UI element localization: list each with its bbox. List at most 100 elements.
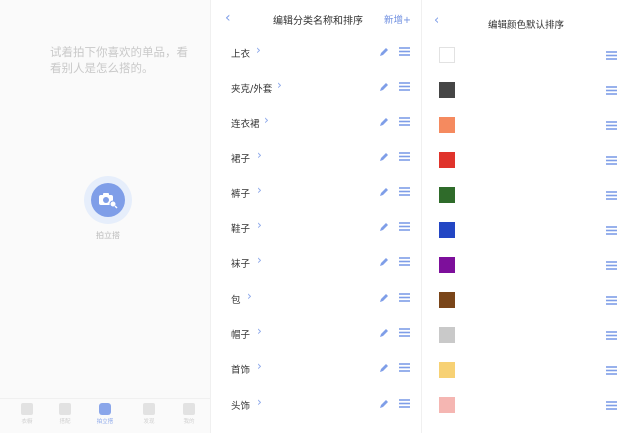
chevron-right-icon[interactable]: › [257,395,262,409]
page-title: 编辑颜色默认排序 [488,20,565,31]
chevron-right-icon[interactable]: › [256,43,261,57]
color-swatch [439,82,455,98]
color-row[interactable] [422,248,634,283]
tab-wardrobe[interactable]: 衣橱 [12,403,42,425]
chevron-right-icon[interactable]: › [247,289,252,303]
color-swatch [439,362,455,378]
pencil-icon[interactable] [379,363,389,373]
color-row[interactable] [422,213,634,248]
drag-handle-icon[interactable] [399,363,410,372]
drag-handle-icon[interactable] [606,401,617,410]
pencil-icon[interactable] [379,293,389,303]
drag-handle-icon[interactable] [399,293,410,302]
category-row[interactable]: 夹克/外套 › [211,71,421,105]
category-row[interactable]: 包 › [211,282,421,316]
drag-handle-icon[interactable] [606,191,617,200]
drag-handle-icon[interactable] [606,226,617,235]
empty-hint-text: 试着拍下你喜欢的单品，看看别人是怎么搭的。 [50,45,188,75]
chevron-right-icon[interactable]: › [264,113,269,127]
pencil-icon[interactable] [379,328,389,338]
pencil-icon[interactable] [379,399,389,409]
pencil-icon[interactable] [379,152,389,162]
drag-handle-icon[interactable] [606,366,617,375]
tab-label: 拍立搭 [96,419,114,425]
tab-outfits[interactable]: 搭配 [50,403,80,425]
drag-handle-icon[interactable] [606,261,617,270]
category-name: 头饰 [231,401,251,412]
category-name: 上衣 [231,49,251,60]
category-name: 裤子 [231,189,251,200]
add-category-button[interactable]: 新增+ [384,12,411,26]
tab-discover[interactable]: 发现 [134,403,164,425]
drag-handle-icon[interactable] [606,51,617,60]
color-row[interactable] [422,283,634,318]
color-swatch [439,222,455,238]
outfit-icon [59,403,71,415]
color-swatch [439,292,455,308]
drag-handle-icon[interactable] [606,331,617,340]
drag-handle-icon[interactable] [399,257,410,266]
category-name: 袜子 [231,259,251,270]
drag-handle-icon[interactable] [606,86,617,95]
category-row[interactable]: 上衣 › [211,36,421,70]
camera-button[interactable] [91,183,125,217]
category-nav-bar: ‹ 编辑分类名称和排序 新增+ [211,0,421,36]
category-row[interactable]: 袜子 › [211,246,421,280]
color-row[interactable] [422,353,634,388]
color-row[interactable] [422,318,634,353]
color-row[interactable] [422,108,634,143]
drag-handle-icon[interactable] [606,121,617,130]
pencil-icon[interactable] [379,257,389,267]
tab-label: 搭配 [59,419,71,425]
pencil-icon[interactable] [379,117,389,127]
drag-handle-icon[interactable] [399,187,410,196]
tab-label: 发现 [143,419,155,425]
category-row[interactable]: 连衣裙 › [211,106,421,140]
drag-handle-icon[interactable] [606,296,617,305]
category-row[interactable]: 首饰 › [211,352,421,386]
empty-state-panel: 试着拍下你喜欢的单品，看看别人是怎么搭的。 拍立搭 衣橱 搭配 拍立搭 发现 我… [0,0,210,433]
category-row[interactable]: 裤子 › [211,176,421,210]
category-row[interactable]: 帽子 › [211,317,421,351]
chevron-right-icon[interactable]: › [277,78,282,92]
drag-handle-icon[interactable] [399,152,410,161]
pencil-icon[interactable] [379,187,389,197]
color-row[interactable] [422,178,634,213]
tab-label: 衣橱 [21,419,33,425]
category-row[interactable]: 头饰 › [211,388,421,422]
category-row[interactable]: 鞋子 › [211,211,421,245]
color-row[interactable] [422,143,634,178]
tab-snap[interactable]: 拍立搭 [90,403,120,425]
pencil-icon[interactable] [379,47,389,57]
color-row[interactable] [422,38,634,73]
drag-handle-icon[interactable] [606,156,617,165]
chevron-left-icon[interactable]: ‹ [225,10,231,26]
drag-handle-icon[interactable] [399,82,410,91]
drag-handle-icon[interactable] [399,47,410,56]
drag-handle-icon[interactable] [399,399,410,408]
chevron-right-icon[interactable]: › [257,324,262,338]
pencil-icon[interactable] [379,82,389,92]
chevron-right-icon[interactable]: › [257,253,262,267]
category-name: 连衣裙 [231,119,260,130]
category-name: 帽子 [231,330,251,341]
color-swatch [439,327,455,343]
chevron-right-icon[interactable]: › [257,148,262,162]
tab-profile[interactable]: 我的 [174,403,204,425]
category-name: 夹克/外套 [231,84,273,95]
chevron-right-icon[interactable]: › [257,218,262,232]
pencil-icon[interactable] [379,222,389,232]
bottom-tab-bar: 衣橱 搭配 拍立搭 发现 我的 [0,398,210,433]
color-row[interactable] [422,388,634,423]
drag-handle-icon[interactable] [399,222,410,231]
page-title: 编辑分类名称和排序 [273,16,363,27]
camera-icon [99,193,118,209]
color-swatch [439,397,455,413]
chevron-right-icon[interactable]: › [257,359,262,373]
color-row[interactable] [422,73,634,108]
drag-handle-icon[interactable] [399,328,410,337]
chevron-right-icon[interactable]: › [257,183,262,197]
category-row[interactable]: 裙子 › [211,141,421,175]
drag-handle-icon[interactable] [399,117,410,126]
chevron-left-icon[interactable]: ‹ [434,13,439,28]
